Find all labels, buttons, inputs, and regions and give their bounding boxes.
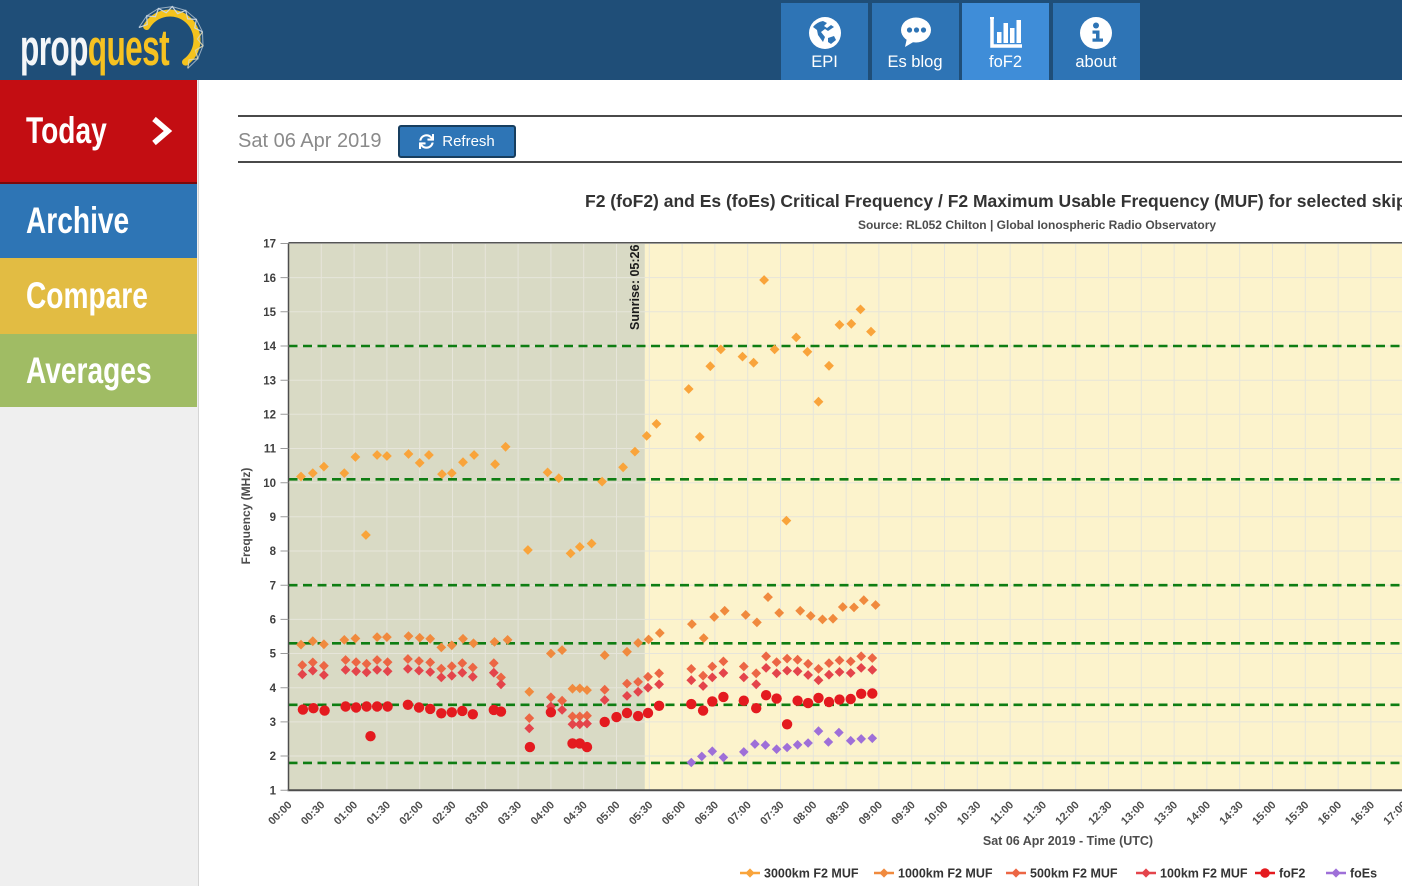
svg-text:6: 6 <box>270 615 276 627</box>
svg-text:3: 3 <box>270 717 276 729</box>
svg-text:08:00: 08:00 <box>791 799 819 827</box>
svg-text:10:30: 10:30 <box>955 799 983 827</box>
svg-text:03:30: 03:30 <box>496 799 524 827</box>
svg-text:04:00: 04:00 <box>529 799 557 827</box>
svg-text:12: 12 <box>263 410 276 422</box>
svg-text:09:00: 09:00 <box>857 799 885 827</box>
svg-text:16: 16 <box>263 273 276 285</box>
svg-text:16:00: 16:00 <box>1316 799 1344 827</box>
svg-text:07:30: 07:30 <box>758 799 786 827</box>
svg-text:11:30: 11:30 <box>1021 799 1049 827</box>
svg-text:Source: RL052 Chilton | Global: Source: RL052 Chilton | Global Ionospher… <box>858 218 1216 232</box>
svg-text:10:00: 10:00 <box>922 799 950 827</box>
svg-text:13:30: 13:30 <box>1152 799 1180 827</box>
svg-text:11:00: 11:00 <box>988 799 1016 827</box>
svg-text:2: 2 <box>270 751 276 763</box>
svg-text:11: 11 <box>264 444 277 456</box>
svg-text:17: 17 <box>263 239 276 251</box>
svg-text:5: 5 <box>270 649 277 661</box>
svg-text:05:30: 05:30 <box>627 799 655 827</box>
svg-text:03:00: 03:00 <box>463 799 491 827</box>
svg-text:12:30: 12:30 <box>1086 799 1114 827</box>
svg-text:1000km F2 MUF: 1000km F2 MUF <box>898 867 993 881</box>
svg-text:01:00: 01:00 <box>332 799 360 827</box>
svg-text:02:00: 02:00 <box>397 799 425 827</box>
svg-text:10: 10 <box>263 478 276 490</box>
svg-text:17:00: 17:00 <box>1381 799 1402 827</box>
svg-text:Sunrise: 05:26: Sunrise: 05:26 <box>628 244 642 330</box>
svg-text:13: 13 <box>263 375 276 387</box>
svg-text:1: 1 <box>270 785 277 797</box>
svg-text:Frequency (MHz): Frequency (MHz) <box>239 468 253 565</box>
svg-text:foF2: foF2 <box>1279 867 1305 881</box>
svg-text:4: 4 <box>270 683 277 695</box>
svg-text:00:30: 00:30 <box>299 799 327 827</box>
svg-text:12:00: 12:00 <box>1053 799 1081 827</box>
svg-text:Sat 06 Apr 2019 - Time (UTC): Sat 06 Apr 2019 - Time (UTC) <box>983 834 1153 848</box>
svg-text:8: 8 <box>270 546 277 558</box>
svg-text:01:30: 01:30 <box>365 799 393 827</box>
svg-text:09:30: 09:30 <box>889 799 917 827</box>
svg-text:foEs: foEs <box>1350 867 1377 881</box>
svg-text:14:30: 14:30 <box>1217 799 1245 827</box>
svg-text:9: 9 <box>270 512 276 524</box>
svg-text:06:00: 06:00 <box>660 799 688 827</box>
svg-text:16:30: 16:30 <box>1349 799 1377 827</box>
svg-text:15:00: 15:00 <box>1250 799 1278 827</box>
svg-text:08:30: 08:30 <box>824 799 852 827</box>
svg-text:00:00: 00:00 <box>266 799 294 827</box>
svg-text:06:30: 06:30 <box>693 799 721 827</box>
svg-text:F2 (foF2) and Es (foEs) Critic: F2 (foF2) and Es (foEs) Critical Frequen… <box>585 191 1402 211</box>
svg-text:05:00: 05:00 <box>594 799 622 827</box>
svg-text:3000km F2 MUF: 3000km F2 MUF <box>764 867 859 881</box>
svg-text:100km F2 MUF: 100km F2 MUF <box>1160 867 1248 881</box>
svg-text:15: 15 <box>263 307 276 319</box>
svg-text:500km F2 MUF: 500km F2 MUF <box>1030 867 1118 881</box>
svg-text:15:30: 15:30 <box>1283 799 1311 827</box>
svg-text:13:00: 13:00 <box>1119 799 1147 827</box>
svg-text:04:30: 04:30 <box>561 799 589 827</box>
svg-text:7: 7 <box>270 580 276 592</box>
svg-text:07:00: 07:00 <box>725 799 753 827</box>
svg-text:14: 14 <box>263 341 276 353</box>
svg-text:14:00: 14:00 <box>1185 799 1213 827</box>
svg-text:02:30: 02:30 <box>430 799 458 827</box>
